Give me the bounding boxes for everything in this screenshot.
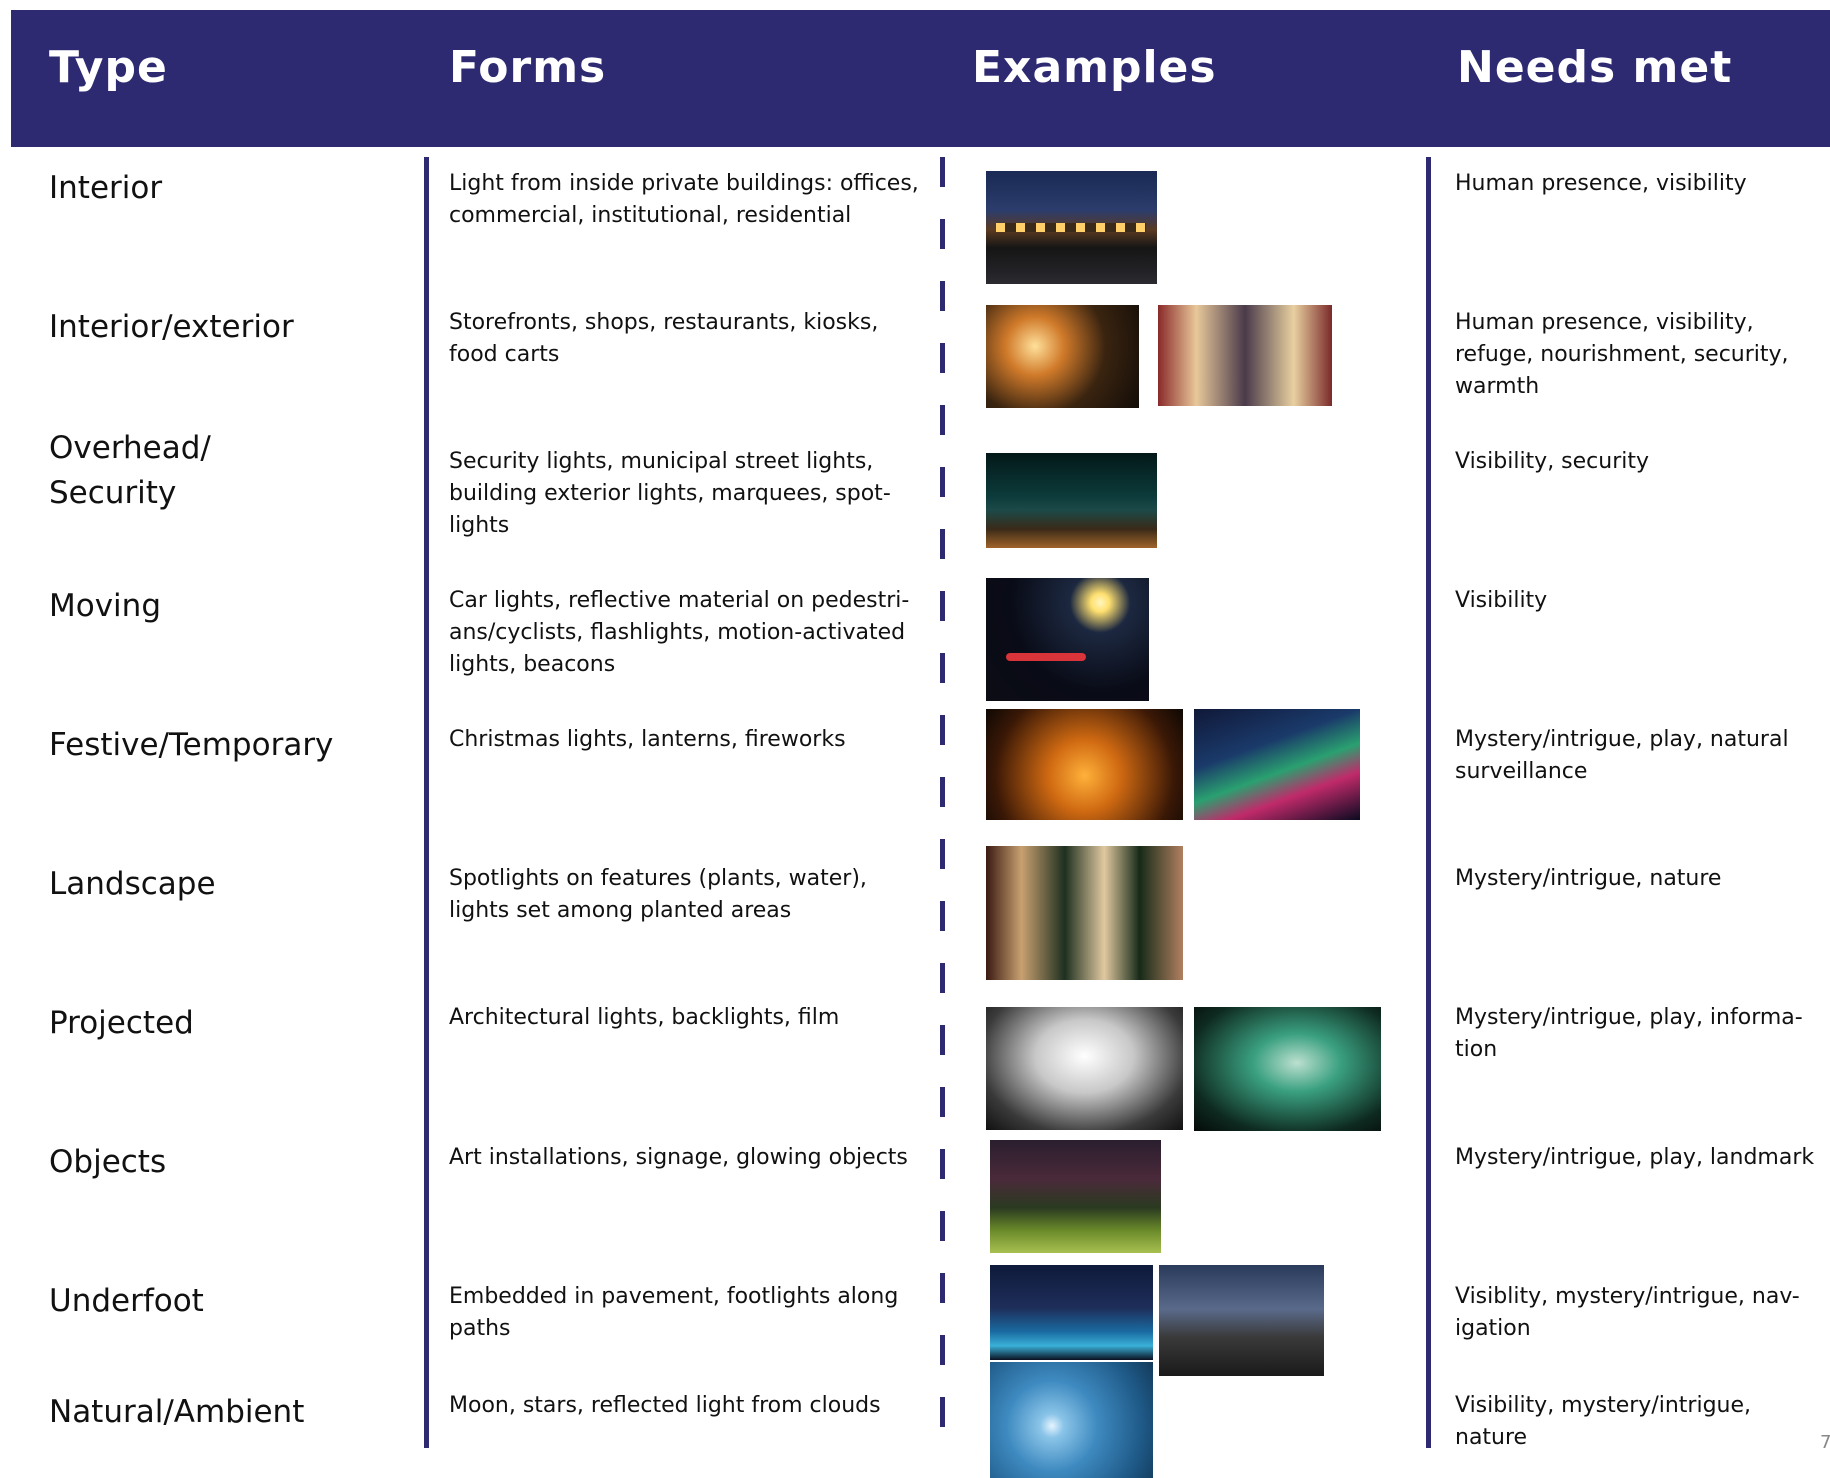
slide: Type Forms Examples Needs met Interior L… (0, 0, 1830, 1478)
light-tunnel-photo (1194, 709, 1360, 820)
header-type: Type (49, 42, 168, 93)
type-label: Festive/Temporary (49, 727, 334, 763)
type-label: Moving (49, 588, 161, 624)
night-street-photo (986, 171, 1157, 284)
divider-dash (940, 1149, 945, 1179)
projected-statue-photo (1194, 1007, 1381, 1131)
divider-dash (940, 467, 945, 497)
divider-dash (940, 281, 945, 311)
forms-text: Light from inside private buildings: off… (449, 171, 919, 228)
glowing-path-photo (990, 1265, 1153, 1360)
needs-text: Human presence, visibility (1455, 171, 1747, 196)
forms-text: Storefronts, shops, restaurants, kiosks,… (449, 310, 879, 367)
needs-text: Visibility (1455, 588, 1548, 613)
needs-text: Mystery/intrigue, play, landmark (1455, 1145, 1815, 1170)
divider-dash (940, 343, 945, 373)
forms-text: Moon, stars, reflected light from clouds (449, 1393, 881, 1418)
needs-text: Mystery/intrigue, play, natural surveill… (1455, 727, 1789, 784)
header-forms: Forms (449, 42, 607, 93)
divider-dash (940, 653, 945, 683)
needs-text: Mystery/intrigue, nature (1455, 866, 1722, 891)
divider-dash (940, 591, 945, 621)
forms-text: Embedded in pavement, footlights along p… (449, 1284, 899, 1341)
glowing-reeds-photo (990, 1140, 1161, 1253)
divider-dash (940, 839, 945, 869)
street-lights-photo (986, 453, 1157, 548)
divider-dash (940, 1397, 945, 1427)
forms-text: Architectural lights, backlights, film (449, 1005, 840, 1030)
car-headlights-photo (986, 578, 1149, 701)
divider-dash (940, 901, 945, 931)
divider-dash (940, 219, 945, 249)
type-label: Objects (49, 1144, 167, 1180)
header-examples: Examples (972, 42, 1217, 93)
shopping-street-photo (1158, 305, 1332, 406)
divider-dash (940, 1211, 945, 1241)
forms-text: Car lights, reflective material on pedes… (449, 588, 910, 677)
needs-text: Human presence, visibility, refuge, nour… (1455, 310, 1789, 399)
type-label: Landscape (49, 866, 216, 902)
food-cart-photo (986, 305, 1139, 408)
page-number: 7 (1820, 1432, 1830, 1453)
forms-text: Art installations, signage, glowing obje… (449, 1145, 908, 1170)
projected-hands-photo (986, 1007, 1183, 1130)
divider-dash (940, 157, 945, 187)
divider-dash (940, 529, 945, 559)
needs-text: Visiblity, mystery/intrigue, nav-igation (1455, 1284, 1800, 1341)
needs-text: Visibility, security (1455, 449, 1650, 474)
forms-text: Security lights, municipal street lights… (449, 449, 891, 538)
divider-dash (940, 405, 945, 435)
divider-line-right (1426, 157, 1431, 1448)
divider-dash (940, 963, 945, 993)
needs-text: Mystery/intrigue, play, informa-tion (1455, 1005, 1803, 1062)
divider-dash (940, 1273, 945, 1303)
type-label: Overhead/ Security (49, 430, 211, 511)
forms-text: Spotlights on features (plants, water), … (449, 866, 867, 923)
divider-line-left (424, 157, 429, 1448)
needs-text: Visibility, mystery/intrigue, nature (1455, 1393, 1752, 1450)
type-label: Underfoot (49, 1283, 204, 1319)
divider-dash (940, 1087, 945, 1117)
lit-birch-forest-photo (986, 846, 1183, 980)
type-label: Interior/exterior (49, 309, 294, 345)
divider-dash (940, 715, 945, 745)
type-label: Natural/Ambient (49, 1394, 305, 1430)
forms-text: Christmas lights, lanterns, fireworks (449, 727, 846, 752)
header-needs-met: Needs met (1457, 42, 1733, 93)
type-label: Interior (49, 170, 163, 206)
ground-lights-photo (1159, 1265, 1324, 1376)
divider-dash (940, 1335, 945, 1365)
sky-lanterns-photo (986, 709, 1183, 820)
divider-dash (940, 1025, 945, 1055)
moonlit-sky-photo (990, 1362, 1153, 1478)
divider-dash (940, 777, 945, 807)
type-label: Projected (49, 1005, 194, 1041)
